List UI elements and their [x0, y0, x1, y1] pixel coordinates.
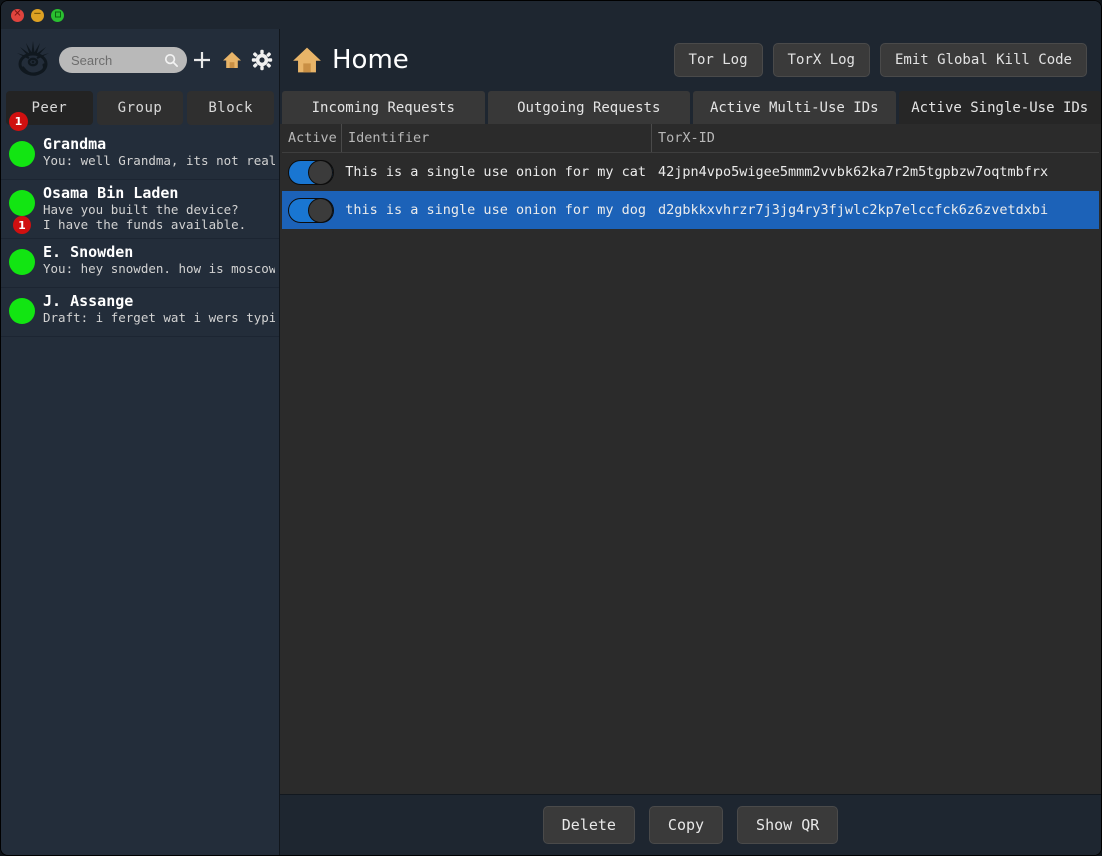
settings-button[interactable] — [247, 45, 277, 75]
tor-log-button[interactable]: Tor Log — [673, 43, 763, 77]
peer-name: E. Snowden — [43, 243, 134, 261]
row-identifier: this is a single use onion for my dog — [345, 202, 646, 218]
content-header: Home Tor Log TorX Log Emit Global Kill C… — [280, 29, 1101, 91]
sidebar-tab-group[interactable]: Group — [96, 91, 184, 125]
list-item[interactable]: 1 Osama Bin Laden Have you built the dev… — [1, 180, 279, 239]
peer-body: Osama Bin Laden Have you built the devic… — [43, 184, 275, 232]
tab-incoming-requests[interactable]: Incoming Requests — [282, 91, 485, 124]
home-icon — [293, 47, 321, 73]
delete-button[interactable]: Delete — [542, 806, 635, 844]
torx-log-button[interactable]: TorX Log — [772, 43, 870, 77]
active-toggle[interactable] — [288, 197, 334, 223]
emit-global-kill-code-button[interactable]: Emit Global Kill Code — [879, 43, 1087, 77]
row-active-cell — [282, 159, 342, 185]
tab-outgoing-requests[interactable]: Outgoing Requests — [487, 91, 690, 124]
row-torx-id: d2gbkkxvhrzr7j3jg4ry3fjwlc2kp7elccfck6z6… — [658, 202, 1049, 218]
toggle-knob — [308, 159, 333, 185]
window-close-button[interactable]: ✕ — [11, 8, 24, 22]
tab-bar: Incoming Requests Outgoing Requests Acti… — [280, 91, 1101, 124]
row-active-cell — [282, 197, 342, 223]
home-button[interactable] — [217, 45, 247, 75]
sidebar-tab-block-label: Block — [208, 100, 253, 116]
avatar — [9, 243, 43, 275]
window-minimize-button[interactable]: − — [31, 8, 44, 22]
ids-table: Active Identifier TorX-ID This is a sing… — [280, 124, 1101, 794]
column-header-identifier: Identifier — [342, 124, 652, 152]
list-item[interactable]: Grandma You: well Grandma, its not reall… — [1, 131, 279, 180]
peer-preview: You: hey snowden. how is moscow? — [43, 261, 275, 276]
tab-active-multi-use-ids-label: Active Multi-Use IDs — [709, 99, 879, 116]
active-toggle[interactable] — [288, 159, 334, 185]
peer-name: J. Assange — [43, 292, 134, 310]
page-title: Home — [290, 43, 664, 77]
gear-icon — [251, 49, 273, 71]
table-row[interactable]: this is a single use onion for my dog d2… — [282, 191, 1099, 229]
toggle-knob — [308, 197, 333, 223]
avatar — [9, 292, 43, 324]
peer-preview: Draft: i ferget wat i wers typing — [43, 310, 275, 325]
peer-name: Grandma — [43, 135, 107, 153]
list-item[interactable]: J. Assange Draft: i ferget wat i wers ty… — [1, 288, 279, 337]
peer-list[interactable]: Grandma You: well Grandma, its not reall… — [1, 125, 279, 855]
column-header-active: Active — [282, 124, 342, 152]
title-bar: ✕ − — [1, 1, 1101, 29]
peer-body: E. Snowden You: hey snowden. how is mosc… — [43, 243, 275, 276]
peer-preview: Have you built the device? — [43, 202, 239, 217]
tab-active-multi-use-ids[interactable]: Active Multi-Use IDs — [693, 91, 896, 124]
plus-icon — [194, 52, 210, 68]
page-title-label: Home — [332, 45, 409, 75]
peer-preview: You: well Grandma, its not really — [43, 153, 275, 168]
table-header-row: Active Identifier TorX-ID — [282, 124, 1099, 153]
row-torx-id: 42jpn4vpo5wigee5mmm2vvbk62ka7r2m5tgpbzw7… — [658, 164, 1049, 180]
add-contact-button[interactable] — [187, 45, 217, 75]
tab-incoming-requests-label: Incoming Requests — [311, 99, 455, 116]
sidebar-toolbar — [1, 29, 279, 91]
octopus-logo-icon — [9, 36, 57, 84]
search-icon — [164, 53, 178, 67]
list-item[interactable]: E. Snowden You: hey snowden. how is mosc… — [1, 239, 279, 288]
main-split: Peer Group Block 1 Grandma You: — [1, 29, 1101, 855]
avatar — [9, 135, 43, 167]
search-box[interactable] — [59, 47, 187, 73]
peer-unread-badge: 1 — [13, 216, 31, 234]
status-online-icon — [9, 190, 35, 216]
window-maximize-button[interactable] — [51, 8, 64, 22]
maximize-icon — [54, 11, 61, 18]
table-body: This is a single use onion for my cat 42… — [282, 153, 1099, 794]
peer-body: J. Assange Draft: i ferget wat i wers ty… — [43, 292, 275, 325]
footer-action-bar: Delete Copy Show QR — [280, 794, 1101, 855]
show-qr-button[interactable]: Show QR — [737, 806, 839, 844]
peer-body: Grandma You: well Grandma, its not reall… — [43, 135, 275, 168]
content-pane: Home Tor Log TorX Log Emit Global Kill C… — [280, 29, 1101, 855]
status-online-icon — [9, 298, 35, 324]
sidebar-filter-segments: Peer Group Block 1 — [1, 91, 279, 131]
tab-outgoing-requests-label: Outgoing Requests — [517, 99, 661, 116]
avatar: 1 — [9, 184, 43, 234]
sidebar-tab-block[interactable]: Block — [187, 91, 275, 125]
close-icon: ✕ — [13, 8, 22, 20]
peer-name: Osama Bin Laden — [43, 184, 179, 202]
column-header-torx-id: TorX-ID — [658, 130, 715, 146]
sidebar: Peer Group Block 1 Grandma You: — [1, 29, 280, 855]
sidebar-tab-peer-label: Peer — [31, 100, 68, 116]
sidebar-tab-group-label: Group — [117, 100, 163, 116]
home-icon — [223, 52, 241, 68]
tab-active-single-use-ids[interactable]: Active Single-Use IDs — [898, 91, 1101, 124]
copy-button[interactable]: Copy — [648, 806, 724, 844]
tab-active-single-use-ids-label: Active Single-Use IDs — [911, 99, 1089, 116]
row-identifier: This is a single use onion for my cat — [345, 164, 646, 180]
search-input[interactable] — [69, 51, 164, 69]
status-online-icon — [9, 249, 35, 275]
table-row[interactable]: This is a single use onion for my cat 42… — [282, 153, 1099, 191]
app-window: ✕ − Search Peer Group Block 1 Grandma Yo… — [0, 0, 1102, 856]
peer-preview-second: I have the funds available. — [43, 217, 247, 232]
minimize-icon: − — [33, 8, 42, 20]
status-online-icon — [9, 141, 35, 167]
